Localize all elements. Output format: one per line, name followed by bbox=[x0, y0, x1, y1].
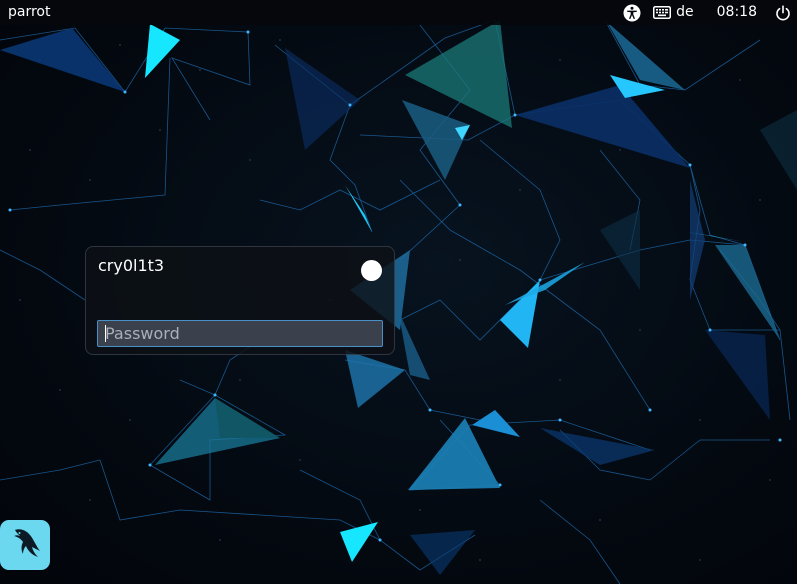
clock-label: 08:18 bbox=[716, 4, 757, 20]
session-indicator[interactable] bbox=[361, 260, 382, 281]
top-panel: parrot de 08:18 bbox=[0, 0, 797, 25]
panel-indicators: de 08:18 bbox=[623, 0, 791, 25]
password-field[interactable] bbox=[97, 320, 383, 347]
keyboard-icon[interactable] bbox=[653, 6, 672, 20]
text-cursor bbox=[105, 325, 106, 342]
parrot-logo-icon bbox=[6, 524, 44, 566]
power-icon[interactable] bbox=[775, 4, 791, 21]
login-screen: parrot de 08:18 cry0l1t3 bbox=[0, 0, 797, 584]
username-label: cry0l1t3 bbox=[98, 256, 165, 275]
keyboard-layout-indicator[interactable]: de bbox=[676, 4, 694, 21]
login-box: cry0l1t3 bbox=[85, 246, 395, 355]
hostname-label: parrot bbox=[8, 4, 51, 20]
accessibility-icon[interactable] bbox=[623, 4, 641, 22]
parrot-logo-button[interactable] bbox=[0, 520, 50, 570]
